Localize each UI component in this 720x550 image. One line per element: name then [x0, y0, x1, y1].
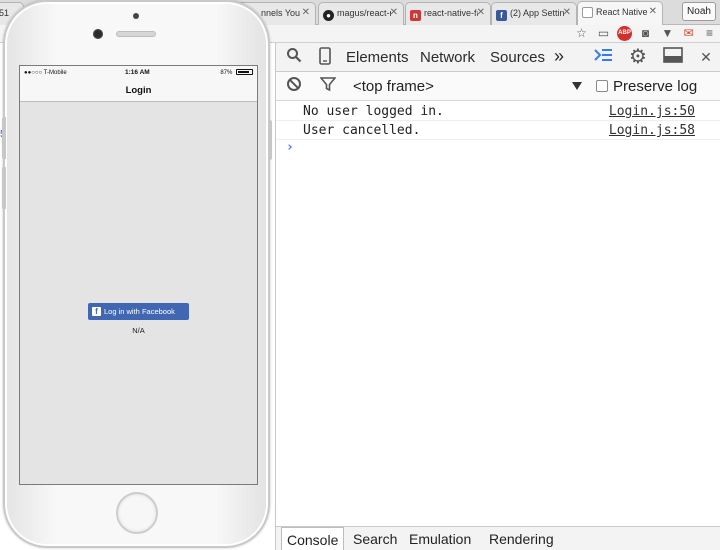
bookmark-star-icon[interactable]: ☆ — [574, 26, 589, 41]
front-camera — [93, 29, 103, 39]
iphone-simulator: ●●○○○ T-Mobile 1:16 AM 87% Login f Log i… — [2, 0, 272, 548]
browser-tab-title: magus/react-n — [337, 8, 391, 18]
volume-down-button — [2, 167, 6, 209]
front-sensor — [133, 13, 139, 19]
gmail-icon[interactable]: ✉ — [681, 26, 696, 41]
close-tab-icon[interactable]: ✕ — [563, 7, 571, 18]
drawer-tab-emulation[interactable]: Emulation — [404, 527, 476, 550]
github-icon: ● — [323, 10, 334, 21]
clear-console-icon[interactable] — [284, 76, 304, 96]
facebook-login-label: Log in with Facebook — [104, 307, 175, 316]
console-message-row: No user logged in. Login.js:50 — [276, 102, 720, 121]
tab-sources[interactable]: Sources — [490, 49, 545, 66]
console-drawer-icon[interactable] — [593, 47, 613, 67]
console-message-text: User cancelled. — [303, 123, 421, 138]
earpiece-speaker — [116, 31, 156, 37]
chevron-down-icon[interactable] — [572, 82, 582, 90]
npm-icon: n — [410, 10, 421, 21]
browser-tab[interactable]: ● magus/react-n ✕ — [318, 2, 404, 25]
power-button — [268, 120, 272, 160]
drawer-tab-search[interactable]: Search — [348, 527, 402, 550]
volume-up-button — [2, 117, 6, 159]
console-filter-bar: <top frame> Preserve log — [276, 72, 720, 101]
devtools-toolbar: Elements Network Sources » ⚙ ✕ — [276, 43, 720, 72]
browser-tab[interactable]: f (2) App Setting ✕ — [491, 2, 577, 25]
preserve-log-checkbox[interactable] — [596, 80, 608, 92]
profile-button[interactable]: Noah — [682, 2, 716, 21]
status-time: 1:16 AM — [125, 69, 150, 76]
battery-percent: 87% — [220, 70, 233, 76]
frame-selector[interactable]: <top frame> — [353, 78, 434, 95]
close-tab-icon[interactable]: ✕ — [477, 7, 485, 18]
drawer-tab-rendering[interactable]: Rendering — [484, 527, 559, 550]
screenshot-root: 51 nnels You ✕ ● magus/react-n ✕ n react-n… — [0, 0, 720, 550]
blank-page-icon — [582, 7, 593, 18]
phone-screen: ●●○○○ T-Mobile 1:16 AM 87% Login f Log i… — [19, 65, 258, 485]
browser-tab-title: react-native-fa — [424, 8, 478, 18]
console-prompt[interactable]: › — [286, 140, 294, 155]
gear-icon[interactable]: ⚙ — [628, 47, 648, 67]
browser-tab[interactable]: n react-native-fa ✕ — [405, 2, 491, 25]
preserve-log-label: Preserve log — [613, 78, 698, 95]
browser-tab-active[interactable]: React Native | ✕ — [577, 1, 663, 25]
device-mode-icon[interactable] — [315, 47, 335, 67]
home-button[interactable] — [116, 492, 158, 534]
nav-title: Login — [125, 85, 152, 96]
close-tab-icon[interactable]: ✕ — [390, 7, 398, 18]
filter-icon[interactable] — [318, 76, 338, 96]
carrier-label: ●●○○○ T-Mobile — [24, 70, 67, 76]
search-icon[interactable] — [284, 47, 304, 67]
adblock-icon[interactable]: ABP — [617, 26, 632, 41]
close-tab-icon[interactable]: ✕ — [649, 6, 657, 17]
cast-icon[interactable]: ▭ — [596, 26, 611, 41]
close-tab-icon[interactable]: ✕ — [302, 7, 310, 18]
status-right: 87% — [220, 69, 253, 76]
vee-icon[interactable]: ▼ — [660, 26, 675, 41]
close-icon[interactable]: ✕ — [696, 47, 716, 67]
pocket-icon[interactable]: ◙ — [638, 26, 653, 41]
console-source-link[interactable]: Login.js:50 — [609, 104, 695, 119]
menu-icon[interactable]: ≡ — [702, 26, 717, 41]
console-message-text: No user logged in. — [303, 104, 444, 119]
ios-status-bar: ●●○○○ T-Mobile 1:16 AM 87% — [20, 66, 257, 80]
more-tabs-icon[interactable]: » — [554, 46, 564, 67]
dock-side-icon[interactable] — [663, 47, 683, 67]
battery-fill — [238, 71, 250, 73]
console-message-row: User cancelled. Login.js:58 — [276, 121, 720, 140]
navigation-bar: Login — [20, 80, 257, 102]
browser-tab-title: React Native | — [596, 7, 650, 17]
console-source-link[interactable]: Login.js:58 — [609, 123, 695, 138]
drawer-tab-console[interactable]: Console — [281, 527, 345, 550]
facebook-login-button[interactable]: f Log in with Facebook — [88, 303, 189, 320]
tab-network[interactable]: Network — [420, 49, 475, 66]
browser-tab-title: (2) App Setting — [510, 8, 564, 18]
login-status-text: N/A — [132, 326, 145, 335]
tab-elements[interactable]: Elements — [346, 49, 409, 66]
facebook-icon: f — [496, 10, 507, 21]
battery-icon — [236, 69, 253, 75]
devtools-panel: Elements Network Sources » ⚙ ✕ <top fram… — [275, 43, 720, 550]
devtools-drawer-tabs: Console Search Emulation Rendering — [276, 526, 720, 550]
facebook-icon: f — [92, 307, 101, 316]
